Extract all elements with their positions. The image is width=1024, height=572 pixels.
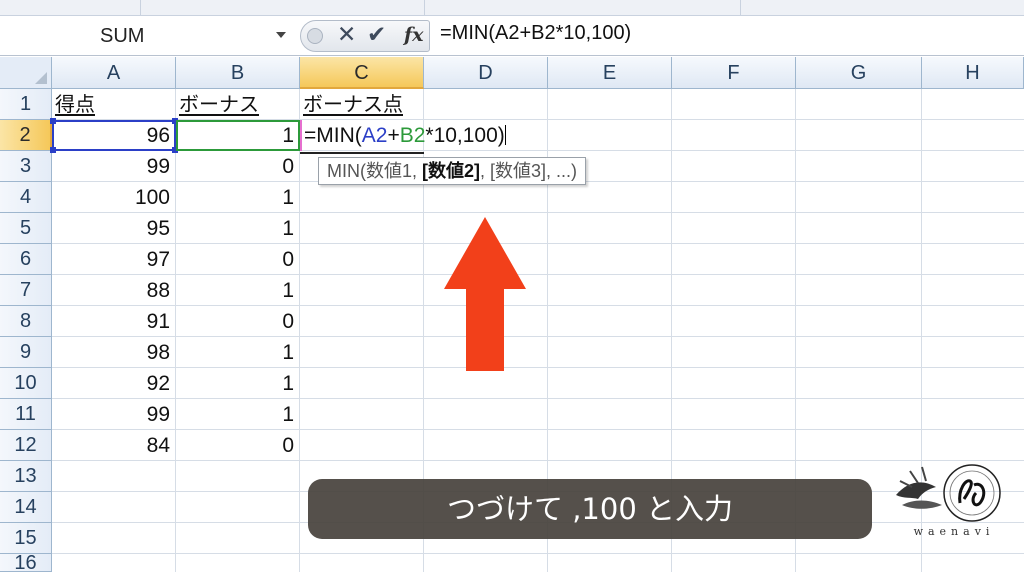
cell-a5[interactable]: 95 bbox=[52, 213, 176, 244]
row-header-10[interactable]: 10 bbox=[0, 368, 52, 399]
cancel-icon[interactable]: ✕ bbox=[337, 22, 356, 48]
column-header-d[interactable]: D bbox=[424, 57, 548, 89]
cell-b7[interactable]: 1 bbox=[176, 275, 300, 306]
column-header-h[interactable]: H bbox=[922, 57, 1024, 89]
column-header-e[interactable]: E bbox=[548, 57, 672, 89]
cell-a9[interactable]: 98 bbox=[52, 337, 176, 368]
cell-b4[interactable]: 1 bbox=[176, 182, 300, 213]
grip-icon[interactable] bbox=[307, 28, 323, 44]
cell-b3[interactable]: 0 bbox=[176, 151, 300, 182]
row-header-4[interactable]: 4 bbox=[0, 182, 52, 213]
enter-icon[interactable]: ✔ bbox=[367, 22, 386, 48]
cell-a12[interactable]: 84 bbox=[52, 430, 176, 461]
column-header-c[interactable]: C bbox=[300, 57, 424, 89]
resize-handle[interactable] bbox=[50, 147, 56, 153]
ribbon-separator bbox=[140, 0, 141, 16]
row-header-15[interactable]: 15 bbox=[0, 523, 52, 554]
resize-handle[interactable] bbox=[50, 118, 56, 124]
cell-b8[interactable]: 0 bbox=[176, 306, 300, 337]
tooltip-current-arg: [数値2] bbox=[422, 161, 481, 181]
row-header-14[interactable]: 14 bbox=[0, 492, 52, 523]
reference-highlight-b2 bbox=[176, 120, 300, 151]
ribbon-separator bbox=[740, 0, 741, 16]
cell-b9[interactable]: 1 bbox=[176, 337, 300, 368]
formula-input[interactable]: =MIN(A2+B2*10,100) bbox=[440, 22, 631, 45]
formula-plus: + bbox=[387, 124, 400, 147]
cell-a8[interactable]: 91 bbox=[52, 306, 176, 337]
cell-a10[interactable]: 92 bbox=[52, 368, 176, 399]
column-header-g[interactable]: G bbox=[796, 57, 922, 89]
chevron-down-icon[interactable] bbox=[276, 32, 286, 38]
row-header-7[interactable]: 7 bbox=[0, 275, 52, 306]
cell-b5[interactable]: 1 bbox=[176, 213, 300, 244]
cell-b12[interactable]: 0 bbox=[176, 430, 300, 461]
column-header-f[interactable]: F bbox=[672, 57, 796, 89]
row-header-13[interactable]: 13 bbox=[0, 461, 52, 492]
cell-c1[interactable]: ボーナス点 bbox=[300, 89, 424, 120]
column-header-b[interactable]: B bbox=[176, 57, 300, 89]
row-header-5[interactable]: 5 bbox=[0, 213, 52, 244]
row-header-9[interactable]: 9 bbox=[0, 337, 52, 368]
ribbon-separator bbox=[424, 0, 425, 16]
cell-a1[interactable]: 得点 bbox=[52, 89, 176, 120]
formula-buttons: ✕ ✔ fx bbox=[300, 20, 430, 52]
caption-subtitle: つづけて ,100 と入力 bbox=[308, 479, 872, 539]
waenavi-logo: waenavi bbox=[888, 459, 1008, 543]
up-arrow-icon bbox=[444, 217, 526, 371]
active-cell-underline bbox=[300, 152, 424, 154]
function-tooltip: MIN(数値1, [数値2], [数値3], ...) bbox=[318, 157, 587, 185]
reference-highlight-a2 bbox=[52, 120, 176, 151]
row-header-8[interactable]: 8 bbox=[0, 306, 52, 337]
cell-a11[interactable]: 99 bbox=[52, 399, 176, 430]
cell-c2-formula[interactable]: =MIN(A2+B2*10,100) bbox=[304, 121, 506, 151]
text-caret bbox=[504, 125, 506, 145]
select-all-button[interactable] bbox=[0, 57, 52, 89]
gridline bbox=[52, 553, 1024, 554]
formula-ref-a2: A2 bbox=[361, 124, 388, 147]
cell-b6[interactable]: 0 bbox=[176, 244, 300, 275]
tooltip-after: , [数値3], ...) bbox=[480, 161, 578, 181]
formula-suffix: *10,100) bbox=[425, 124, 505, 147]
row-header-16[interactable]: 16 bbox=[0, 554, 52, 572]
column-header-a[interactable]: A bbox=[52, 57, 176, 89]
logo-wordmark: waenavi bbox=[913, 525, 995, 538]
ribbon-strip bbox=[0, 0, 1024, 16]
formula-bar: SUM ✕ ✔ fx =MIN(A2+B2*10,100) bbox=[0, 16, 1024, 56]
name-box-value: SUM bbox=[100, 25, 145, 47]
row-header-12[interactable]: 12 bbox=[0, 430, 52, 461]
formula-prefix: =MIN( bbox=[304, 124, 362, 147]
name-box[interactable]: SUM bbox=[0, 22, 298, 50]
cell-a6[interactable]: 97 bbox=[52, 244, 176, 275]
row-header-6[interactable]: 6 bbox=[0, 244, 52, 275]
cell-b10[interactable]: 1 bbox=[176, 368, 300, 399]
cell-a4[interactable]: 100 bbox=[52, 182, 176, 213]
row-header-2[interactable]: 2 bbox=[0, 120, 52, 151]
cell-a7[interactable]: 88 bbox=[52, 275, 176, 306]
cell-a3[interactable]: 99 bbox=[52, 151, 176, 182]
cell-b11[interactable]: 1 bbox=[176, 399, 300, 430]
row-header-11[interactable]: 11 bbox=[0, 399, 52, 430]
insert-function-icon[interactable]: fx bbox=[404, 24, 424, 46]
cell-b1[interactable]: ボーナス bbox=[176, 89, 300, 120]
logo-mark-icon bbox=[896, 464, 1001, 522]
formula-ref-b2: B2 bbox=[399, 124, 426, 147]
row-header-3[interactable]: 3 bbox=[0, 151, 52, 182]
row-header-1[interactable]: 1 bbox=[0, 89, 52, 120]
tooltip-before: MIN(数値1, bbox=[327, 161, 423, 181]
